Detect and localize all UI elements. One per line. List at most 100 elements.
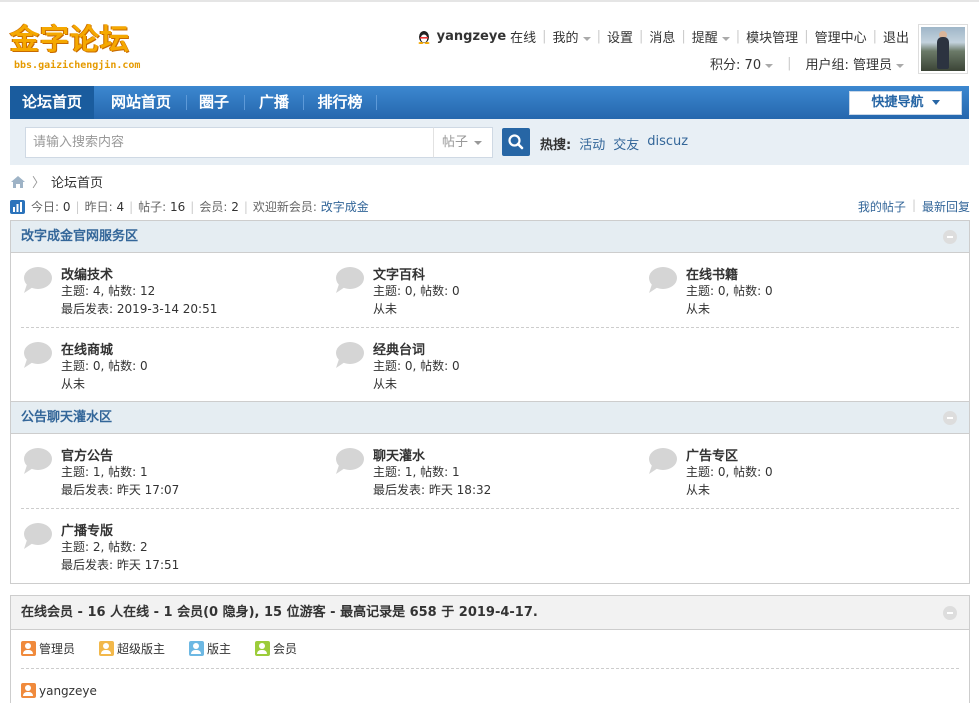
my-posts-link[interactable]: 我的帖子 <box>858 198 906 215</box>
forum-counts: 主题: 1, 帖数: 1 <box>373 465 460 479</box>
hot-keyword[interactable]: discuz <box>647 134 688 153</box>
search-bar: 请输入搜索内容 帖子 热搜: 活动 交友 discuz <box>10 119 969 165</box>
forum-section: 公告聊天灌水区 官方公告 主题: 1, 帖数: 1 最后发表: 昨天 17:07… <box>10 402 970 584</box>
nav-ranking[interactable]: 排行榜 <box>310 86 370 119</box>
forum-bubble-icon <box>336 267 364 293</box>
online-title: 在线会员 - 16 人在线 - 1 会员(0 隐身), 15 位游客 - 最高记… <box>21 605 538 620</box>
legend-member: 会员 <box>255 640 297 657</box>
breadcrumb-current[interactable]: 论坛首页 <box>51 172 103 191</box>
points-menu[interactable]: 积分: 70 <box>710 54 774 73</box>
section-title[interactable]: 改字成金官网服务区 <box>21 229 138 244</box>
usergroup-menu[interactable]: 用户组: 管理员 <box>805 54 904 73</box>
forum-item[interactable]: 经典台词 主题: 0, 帖数: 0 从未 <box>333 339 623 399</box>
home-icon[interactable] <box>10 175 26 189</box>
forum-bubble-icon <box>24 448 52 474</box>
forum-last-post[interactable]: 最后发表: 昨天 17:51 <box>61 556 179 573</box>
forum-name[interactable]: 文字百科 <box>373 264 425 283</box>
hot-keyword[interactable]: 活动 <box>579 134 605 153</box>
online-header[interactable]: 在线会员 - 16 人在线 - 1 会员(0 隐身), 15 位游客 - 最高记… <box>11 596 969 630</box>
yesterday-count: 4 <box>116 199 125 214</box>
avatar[interactable] <box>918 24 968 74</box>
hot-search: 热搜: 活动 交友 discuz <box>540 134 688 153</box>
legend-mod: 版主 <box>189 640 231 657</box>
newest-member-link[interactable]: 改字成金 <box>321 198 369 215</box>
forum-name[interactable]: 官方公告 <box>61 445 113 464</box>
legend-admin: 管理员 <box>21 640 75 657</box>
online-username[interactable]: yangzeye <box>39 684 97 698</box>
username-link[interactable]: yangzeye <box>437 29 506 44</box>
forum-stats: 今日: 0 | 昨日: 4 | 帖子: 16 | 会员: 2 | 欢迎新会员: … <box>10 198 369 215</box>
logo-url: bbs.gaizichengjin.com <box>14 60 141 71</box>
online-members: 在线会员 - 16 人在线 - 1 会员(0 隐身), 15 位游客 - 最高记… <box>10 595 970 703</box>
forum-counts: 主题: 4, 帖数: 12 <box>61 284 156 298</box>
forum-name[interactable]: 改编技术 <box>61 264 113 283</box>
forum-item[interactable]: 改编技术 主题: 4, 帖数: 12 最后发表: 2019-3-14 20:51 <box>21 264 311 324</box>
search-type-select[interactable]: 帖子 <box>433 127 493 158</box>
forum-name[interactable]: 广播专版 <box>61 520 113 539</box>
forum-counts: 主题: 2, 帖数: 2 <box>61 540 148 554</box>
nav-broadcast[interactable]: 广播 <box>250 86 298 119</box>
forum-item[interactable]: 在线商城 主题: 0, 帖数: 0 从未 <box>21 339 311 399</box>
logo-title: 金字论坛 <box>10 22 131 56</box>
section-title[interactable]: 公告聊天灌水区 <box>21 410 112 425</box>
forum-name[interactable]: 聊天灌水 <box>373 445 425 464</box>
chevron-down-icon <box>765 63 774 68</box>
forum-last-post: 从未 <box>686 483 711 497</box>
forum-last-post: 从未 <box>373 302 398 316</box>
hot-keyword[interactable]: 交友 <box>613 134 639 153</box>
forum-name[interactable]: 在线商城 <box>61 339 113 358</box>
site-logo[interactable]: 金字论坛 bbs.gaizichengjin.com <box>10 16 150 76</box>
forum-last-post: 从未 <box>686 302 711 316</box>
forum-name[interactable]: 在线书籍 <box>686 264 738 283</box>
admin-center-link[interactable]: 管理中心 <box>815 27 867 46</box>
forum-last-post: 从未 <box>373 377 398 391</box>
forum-counts: 主题: 1, 帖数: 1 <box>61 465 148 479</box>
member-user-icon <box>255 641 271 656</box>
messages-link[interactable]: 消息 <box>649 27 675 46</box>
breadcrumb: 〉 论坛首页 <box>10 172 103 191</box>
forum-counts: 主题: 0, 帖数: 0 <box>686 284 773 298</box>
collapse-icon[interactable] <box>943 411 957 425</box>
forum-item[interactable]: 文字百科 主题: 0, 帖数: 0 从未 <box>333 264 623 324</box>
logout-link[interactable]: 退出 <box>883 27 909 46</box>
forum-name[interactable]: 广告专区 <box>686 445 738 464</box>
collapse-icon[interactable] <box>943 606 957 620</box>
forum-counts: 主题: 0, 帖数: 0 <box>61 359 148 373</box>
nav-site-home[interactable]: 网站首页 <box>102 86 180 119</box>
forum-last-post[interactable]: 最后发表: 昨天 18:32 <box>373 481 491 498</box>
section-header[interactable]: 改字成金官网服务区 <box>11 221 969 253</box>
section-header[interactable]: 公告聊天灌水区 <box>11 402 969 434</box>
user-toolbar: yangzeye 在线 | 我的 | 设置 | 消息 | 提醒 | 模块管理 |… <box>417 27 909 46</box>
forum-counts: 主题: 0, 帖数: 0 <box>373 284 460 298</box>
hot-search-label: 热搜: <box>540 138 572 153</box>
nav-circles[interactable]: 圈子 <box>190 86 238 119</box>
chevron-down-icon <box>582 36 591 41</box>
caret-down-icon <box>931 100 940 105</box>
forum-item[interactable]: 在线书籍 主题: 0, 帖数: 0 从未 <box>646 264 936 324</box>
forum-item[interactable]: 聊天灌水 主题: 1, 帖数: 1 最后发表: 昨天 18:32 <box>333 445 623 505</box>
member-legend: 管理员 超级版主 版主 会员 <box>21 640 321 657</box>
moderator-user-icon <box>189 641 205 656</box>
forum-name[interactable]: 经典台词 <box>373 339 425 358</box>
forum-last-post[interactable]: 最后发表: 昨天 17:07 <box>61 481 179 498</box>
reminders-menu[interactable]: 提醒 <box>692 27 730 46</box>
forum-counts: 主题: 0, 帖数: 0 <box>686 465 773 479</box>
latest-replies-link[interactable]: 最新回复 <box>922 198 970 215</box>
super-moderator-user-icon <box>99 641 115 656</box>
search-button[interactable] <box>502 128 530 156</box>
forum-item[interactable]: 广播专版 主题: 2, 帖数: 2 最后发表: 昨天 17:51 <box>21 520 311 580</box>
forum-bubble-icon <box>336 448 364 474</box>
search-input[interactable]: 请输入搜索内容 <box>25 127 435 158</box>
forum-item[interactable]: 广告专区 主题: 0, 帖数: 0 从未 <box>646 445 936 505</box>
quick-nav-button[interactable]: 快捷导航 <box>849 91 962 115</box>
online-status: 在线 <box>510 31 537 46</box>
forum-last-post[interactable]: 最后发表: 2019-3-14 20:51 <box>61 300 217 317</box>
online-user[interactable]: yangzeye <box>21 683 97 698</box>
my-menu[interactable]: 我的 <box>553 27 591 46</box>
collapse-icon[interactable] <box>943 230 957 244</box>
admin-user-icon <box>21 641 36 656</box>
nav-forum-home[interactable]: 论坛首页 <box>10 86 94 119</box>
forum-item[interactable]: 官方公告 主题: 1, 帖数: 1 最后发表: 昨天 17:07 <box>21 445 311 505</box>
settings-link[interactable]: 设置 <box>607 27 633 46</box>
module-admin-link[interactable]: 模块管理 <box>746 27 798 46</box>
